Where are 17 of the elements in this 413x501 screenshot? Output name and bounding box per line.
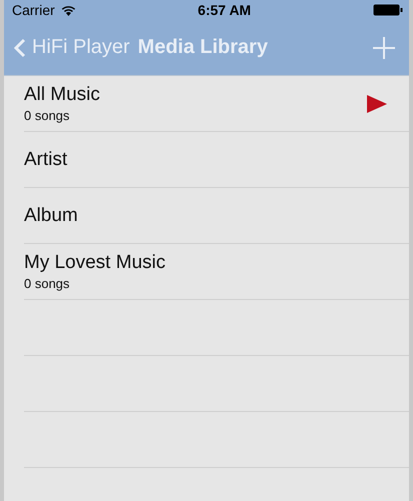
list-item[interactable]: All Music 0 songs [24,76,409,132]
clock-time: 6:57 AM [198,2,251,18]
song-count: 0 songs [24,108,71,123]
song-count: 0 songs [24,276,71,291]
item-title: All Music [24,84,100,106]
carrier-name: Carrier [12,2,55,18]
screen-title: Media Library [138,36,269,59]
list-item[interactable]: My Lovest Music 0 songs [24,244,409,300]
item-title: Artist [24,148,68,170]
item-title: Album [24,204,78,226]
list-item[interactable]: Artist [24,132,409,188]
wifi-icon [60,4,76,16]
battery-icon [372,4,403,16]
item-title: My Lovest Music [24,252,166,274]
add-icon[interactable] [373,36,395,58]
back-chevron-icon [14,38,26,58]
list-item[interactable]: Album [24,188,409,244]
